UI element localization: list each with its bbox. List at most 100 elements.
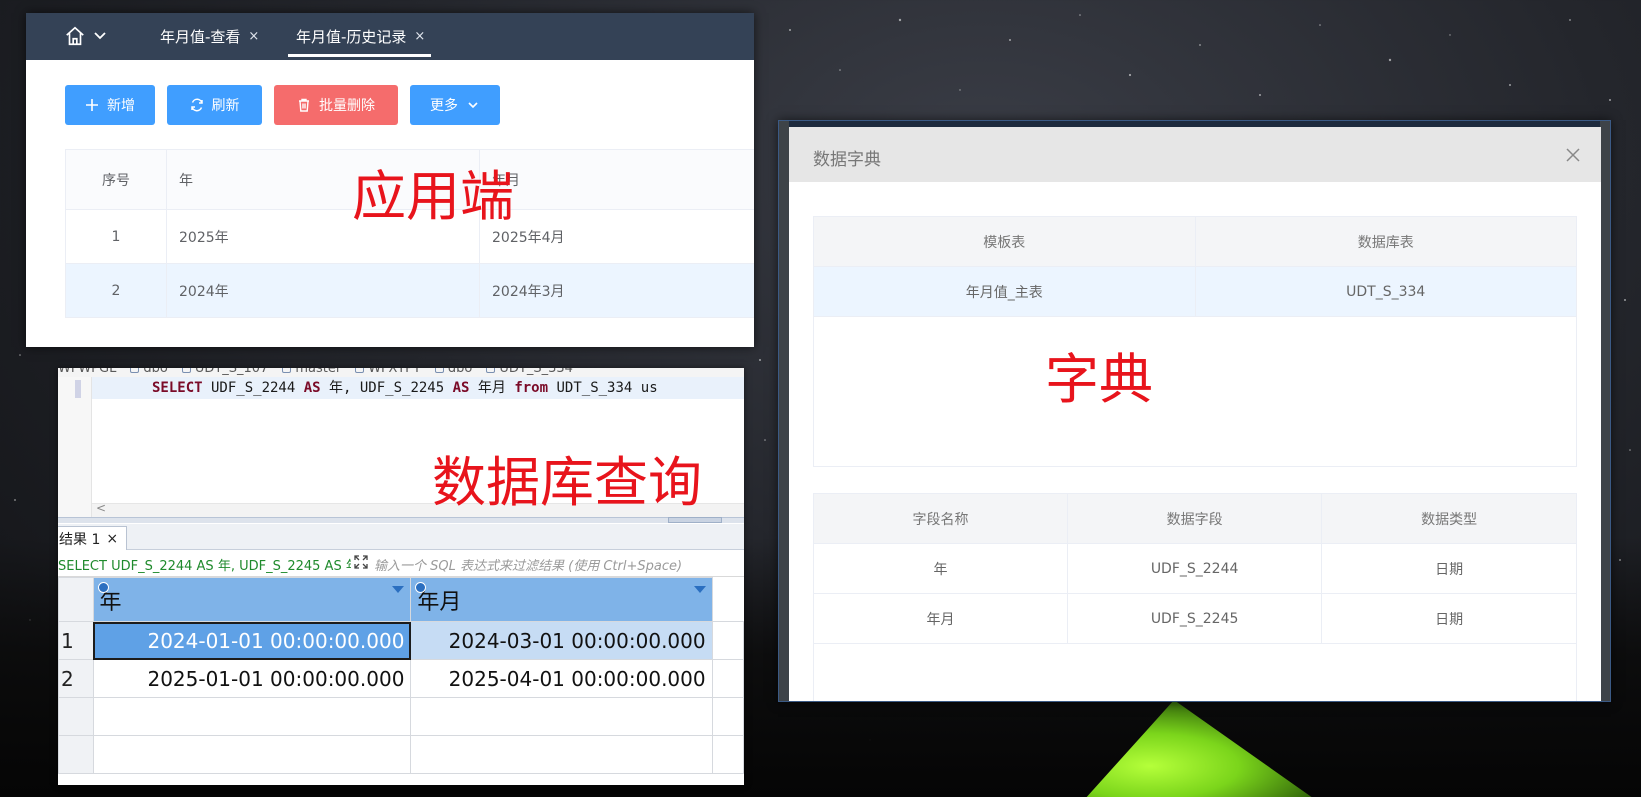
batch-delete-label: 批量删除 [319,97,375,113]
row-number[interactable]: 1 [58,621,94,660]
tab-history[interactable]: 年月值-历史记录 × [287,13,432,60]
tab-label: 年月值-历史记录 [296,28,407,46]
grid-column-header-year-month[interactable]: 年月 [410,577,713,622]
chevron-down-icon[interactable] [93,30,107,42]
table-row[interactable]: 2 2024年 2024年3月 [65,263,754,318]
expand-icon[interactable] [354,555,368,569]
column-header-data-field: 数据字段 [1067,493,1323,544]
table-icon [181,368,191,373]
breadcrumb-item[interactable]: UDT_S_334 [486,368,573,376]
column-header-db-table: 数据库表 [1194,216,1577,267]
db-query-window: SELECT UDF_S_2244 AS 年, UDF_S_2245 AS 年月… [58,368,744,785]
breadcrumb-item[interactable]: WFWPGL [58,368,116,376]
table-row[interactable]: 年月 UDF_S_2245 日期 [812,593,1577,644]
tab-view[interactable]: 年月值-查看 × [160,13,259,60]
sort-arrow-icon[interactable] [693,586,706,593]
table-row[interactable]: 2 2025-01-01 00:00:00.000 2025-04-01 00:… [58,659,744,698]
close-icon[interactable] [1565,147,1581,163]
breadcrumb-item[interactable]: UDT_S_107 [181,368,269,376]
add-button[interactable]: 新增 [65,85,155,125]
grid-cell[interactable]: 2025-01-01 00:00:00.000 [92,659,412,698]
sql-text: 年月 [469,380,515,396]
close-icon[interactable]: × [106,531,118,547]
cell-year: 2024年 [166,263,480,318]
grid-cell[interactable]: 2024-01-01 00:00:00.000 [92,621,412,660]
filter-query-text: SELECT UDF_S_2244 AS 年, UDF_S_2245 AS 年月… [58,559,351,574]
more-label: 更多 [430,97,458,113]
sql-text: 年, UDF_S_2245 [320,380,453,396]
dialog-header: 数据字典 [789,127,1601,182]
tab-close-icon[interactable]: × [248,29,259,44]
empty-row [58,735,744,774]
grid-filler [711,659,744,698]
result-grid: 年 年月 1 2024-01-01 00:00:00.000 2024-03-0… [58,577,744,774]
result-tab[interactable]: 结果 1 × [58,526,128,550]
cell-index: 2 [65,263,167,318]
breadcrumb-label: UDT_S_107 [194,368,269,376]
table-row[interactable]: 1 2024-01-01 00:00:00.000 2024-03-01 00:… [58,621,744,660]
filter-input[interactable]: 输入一个 SQL 表达式来过滤结果 (使用 Ctrl+Space) [374,555,682,574]
mask [1600,121,1610,701]
column-header-year-month[interactable]: 年月 [479,149,754,210]
cell-year-month: 2025年4月 [479,209,754,264]
splitter-handle[interactable] [668,517,722,523]
table-icon [486,368,496,373]
clock-icon [97,582,109,593]
cell-index: 1 [65,209,167,264]
grid-filler [711,621,744,660]
schema-icon [130,368,140,373]
cell-data-type: 日期 [1321,543,1577,594]
result-filter-bar: SELECT UDF_S_2244 AS 年, UDF_S_2245 AS 年月… [58,551,744,577]
cell-year-month: 2024年3月 [479,263,754,318]
refresh-button[interactable]: 刷新 [167,85,262,125]
annotation-dictionary: 字典 [1045,348,1153,411]
batch-delete-button[interactable]: 批量删除 [274,85,398,125]
breadcrumb-label: dbo [447,368,473,376]
database-icon [282,368,292,373]
table-row[interactable]: 年月值_主表 UDT_S_334 [813,266,1577,317]
breadcrumb-item[interactable]: WFXTPT [355,368,421,376]
app-tab-bar: 年月值-查看 × 年月值-历史记录 × [26,13,754,60]
more-dropdown-button[interactable]: 更多 [410,85,500,125]
grid-column-header-year[interactable]: 年 [92,577,412,622]
row-number-header[interactable] [58,577,94,622]
connection-breadcrumb: WFWPGL dbo UDT_S_107 master WFXTPT dbo U… [58,368,744,377]
table-header-row: 字段名称 数据字段 数据类型 [812,493,1577,544]
plus-icon [86,99,98,111]
sql-keyword: AS [452,380,470,396]
breadcrumb-item[interactable]: master [282,368,341,376]
scroll-left-arrow[interactable]: < [96,501,106,515]
sql-keyword: AS [303,380,321,396]
grid-cell[interactable]: 2024-03-01 00:00:00.000 [410,621,713,660]
column-header-index[interactable]: 序号 [65,149,167,210]
row-number[interactable]: 2 [58,659,94,698]
empty-area [813,643,1577,701]
grid-cell[interactable]: 2025-04-01 00:00:00.000 [410,659,713,698]
dictionary-overlay: 数据字典 模板表 数据库表 年月值_主表 UDT_S_334 字段名称 数据字段… [778,120,1611,702]
add-button-label: 新增 [107,97,135,113]
home-icon[interactable] [64,25,86,47]
cell-data-field: UDF_S_2244 [1067,543,1323,594]
panel-splitter[interactable] [58,517,744,523]
cell-db-table: UDT_S_334 [1194,266,1577,317]
line-marker [75,380,81,398]
empty-row [58,697,744,736]
tab-label: 年月值-查看 [160,28,241,46]
breadcrumb-item[interactable]: dbo [130,368,168,376]
grid-header-row: 年 年月 [58,577,744,622]
refresh-icon [190,98,203,112]
connection-icon [355,368,365,373]
cell-data-field: UDF_S_2245 [1067,593,1323,644]
tab-close-icon[interactable]: × [414,29,425,44]
annotation-app-side: 应用端 [352,165,514,228]
template-table: 模板表 数据库表 年月值_主表 UDT_S_334 [813,216,1577,467]
annotation-db-query: 数据库查询 [432,451,702,514]
breadcrumb-item[interactable]: dbo [434,368,473,376]
sql-statement[interactable]: SELECT UDF_S_2244 AS 年, UDF_S_2245 AS 年月… [92,377,744,399]
breadcrumb-label: WFWPGL [58,368,117,376]
sort-arrow-icon[interactable] [392,586,405,593]
dialog-title: 数据字典 [813,150,881,170]
refresh-button-label: 刷新 [211,97,240,113]
result-tab-bar: 结果 1 × [58,524,744,550]
table-row[interactable]: 年 UDF_S_2244 日期 [812,543,1577,594]
